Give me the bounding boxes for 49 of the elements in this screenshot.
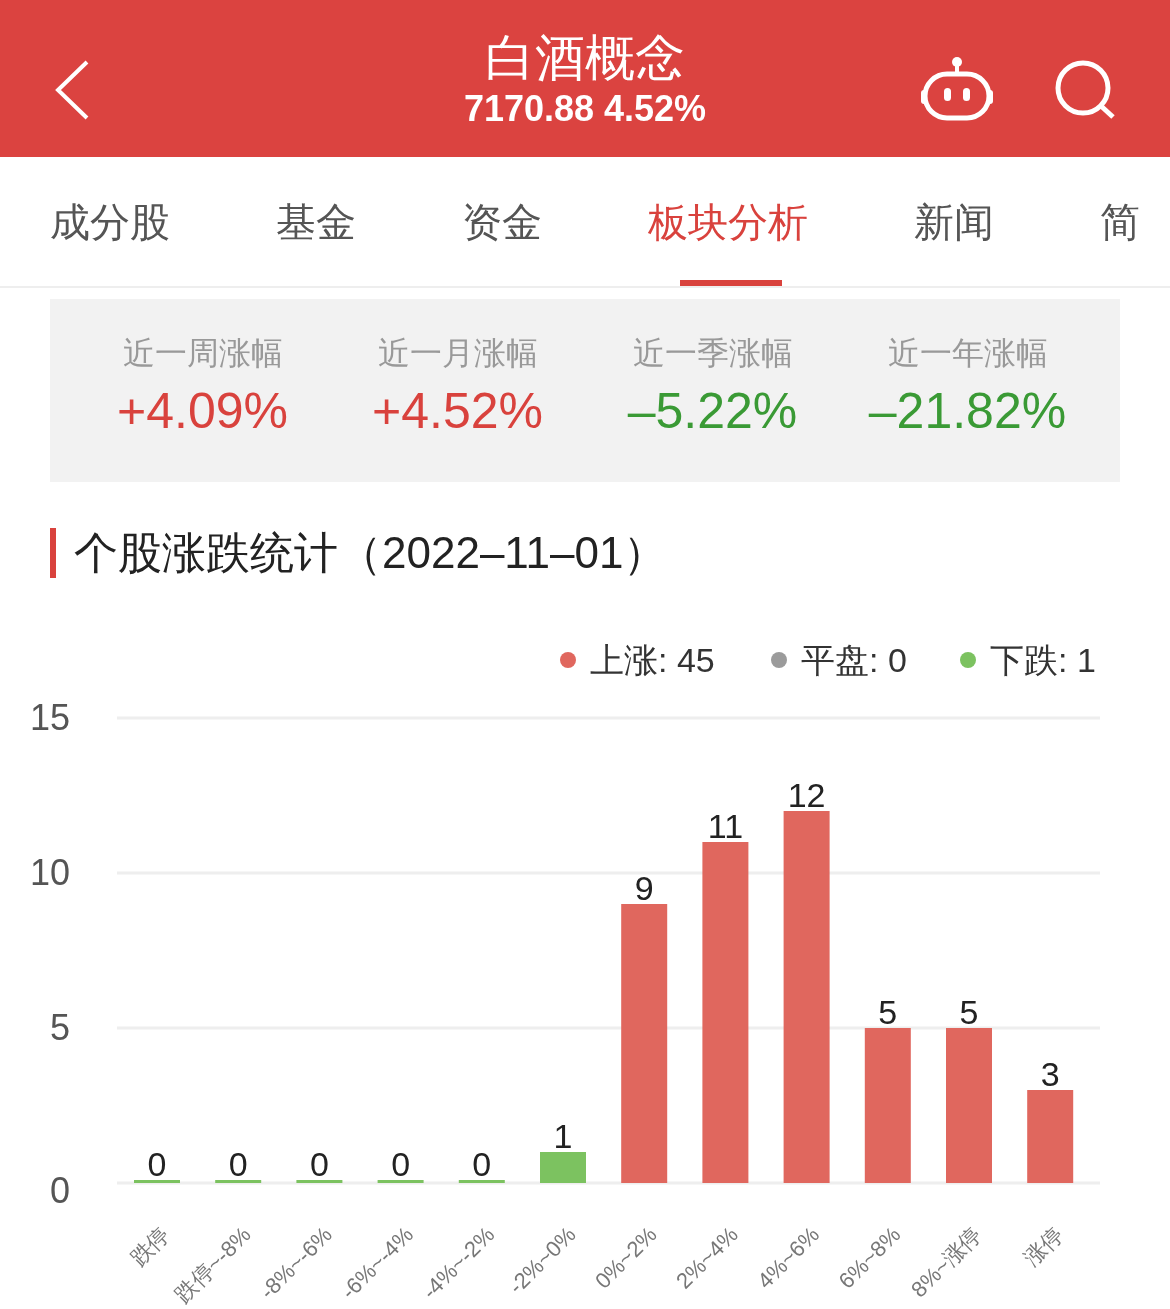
tab[interactable]: 新闻	[914, 157, 994, 286]
tab[interactable]: 板块分析	[648, 157, 808, 286]
search-icon[interactable]	[1055, 60, 1117, 120]
stat-value: –21.82%	[868, 382, 1067, 441]
axis-tick-label: 5	[49, 1007, 70, 1048]
stat-label: 近一周涨幅	[122, 334, 283, 373]
robot-icon[interactable]	[920, 56, 994, 122]
bar-value-label: 12	[787, 776, 826, 814]
back-icon[interactable]	[55, 60, 89, 120]
category-label: 涨停	[1018, 1221, 1068, 1271]
bar-value-label: 5	[959, 993, 979, 1031]
axis-tick-label: 0	[49, 1170, 70, 1211]
tab[interactable]: 基金	[276, 157, 356, 286]
stat-label: 近一年涨幅	[887, 334, 1048, 373]
bar-value-label: 5	[878, 993, 898, 1031]
bar	[134, 1180, 180, 1183]
stat-value: +4.52%	[372, 382, 543, 441]
bar-value-label: 0	[309, 1145, 329, 1183]
category-label: 跌停	[125, 1221, 175, 1271]
stat-value: +4.09%	[117, 382, 288, 441]
bar-value-label: 11	[707, 807, 744, 845]
bar	[458, 1180, 505, 1183]
bar-value-label: 9	[634, 869, 654, 907]
bar-value-label: 0	[472, 1145, 492, 1183]
legend-label: 上涨: 45	[590, 641, 715, 679]
stat-label: 近一月涨幅	[377, 334, 538, 373]
legend-label: 平盘: 0	[801, 641, 907, 679]
bar-value-label: 3	[1040, 1055, 1060, 1093]
stat-value: –5.22%	[627, 382, 798, 441]
bar	[540, 1152, 586, 1183]
index-quote: 7170.88 4.52%	[463, 88, 707, 130]
bar	[296, 1180, 343, 1183]
category-label: 8%~涨停	[906, 1221, 987, 1303]
bar	[377, 1180, 424, 1183]
axis-tick-label: 15	[29, 697, 70, 738]
bar-value-label: 1	[553, 1117, 573, 1155]
section-title: 个股涨跌统计（2022–11–01）	[74, 527, 668, 579]
bar	[215, 1180, 262, 1183]
tab[interactable]: 资金	[462, 157, 542, 286]
tab[interactable]: 成分股	[50, 157, 170, 286]
bar-value-label: 0	[391, 1145, 411, 1183]
section-marker	[50, 528, 56, 578]
tab[interactable]: 简	[1100, 157, 1140, 286]
stat-label: 近一季涨幅	[632, 334, 793, 373]
bar-value-label: 0	[228, 1145, 248, 1183]
page-title: 白酒概念	[485, 29, 685, 88]
axis-tick-label: 10	[29, 852, 70, 893]
legend-label: 下跌: 1	[990, 641, 1096, 679]
bar-value-label: 0	[147, 1145, 167, 1183]
